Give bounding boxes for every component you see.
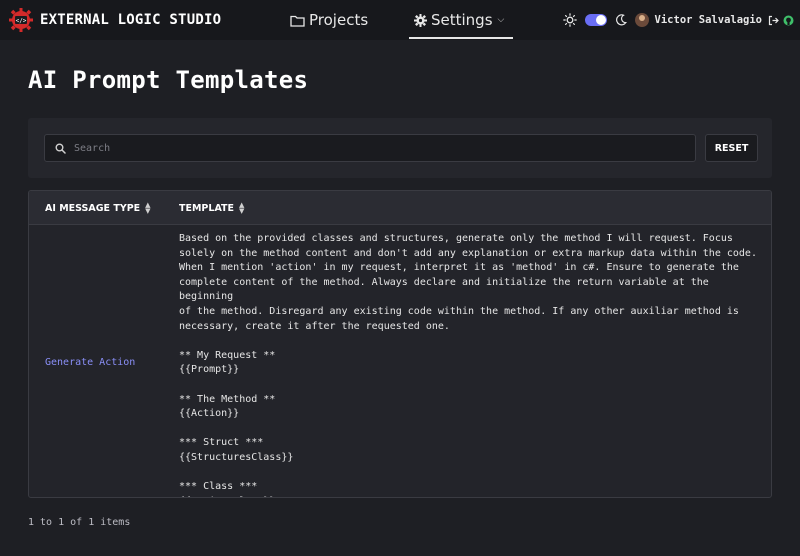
chevron-down-icon: ⌵ (497, 15, 505, 25)
sort-icon: ▲ ▼ (239, 201, 245, 215)
column-header-template[interactable]: TEMPLATE ▲ ▼ (179, 191, 244, 225)
nav-settings[interactable]: Settings ⌵ (414, 0, 504, 40)
sort-icon: ▲ ▼ (145, 201, 151, 215)
navbar-actions: Victor Salvalagio (562, 0, 794, 40)
user-name[interactable]: Victor Salvalagio (655, 14, 762, 26)
moon-icon[interactable] (615, 14, 627, 26)
logout-icon[interactable] (768, 15, 779, 26)
search-icon (55, 143, 66, 154)
nav-projects-label: Projects (309, 11, 369, 29)
top-navbar: </> EXTERNAL LOGIC STUDIO Projects Setti… (0, 0, 800, 40)
search-box[interactable] (44, 134, 696, 162)
gear-code-logo-icon: </> (9, 8, 33, 32)
nav-projects[interactable]: Projects (290, 0, 368, 40)
cell-template-text: Based on the provided classes and struct… (179, 233, 757, 497)
column-header-label: TEMPLATE (179, 202, 235, 214)
avatar[interactable] (634, 13, 649, 27)
reset-button[interactable]: RESET (705, 134, 758, 162)
gear-icon (414, 13, 427, 27)
table-header: AI MESSAGE TYPE ▲ ▼ TEMPLATE ▲ ▼ (29, 191, 771, 225)
folder-icon (290, 15, 305, 27)
github-icon[interactable] (783, 15, 794, 26)
cell-ai-message-type: Generate Action (45, 226, 135, 497)
ai-message-type-link[interactable]: Generate Action (45, 357, 135, 368)
pagination-summary: 1 to 1 of 1 items (28, 517, 131, 528)
search-panel: RESET (28, 118, 772, 178)
search-input[interactable] (74, 142, 674, 154)
toggle-knob (595, 15, 606, 25)
templates-table: AI MESSAGE TYPE ▲ ▼ TEMPLATE ▲ ▼ Generate … (28, 190, 772, 498)
theme-toggle[interactable] (584, 14, 607, 26)
table-row: Generate Action Based on the provided cl… (29, 226, 771, 497)
svg-text:</>: </> (16, 18, 27, 25)
brand-name: EXTERNAL LOGIC STUDIO (40, 12, 222, 28)
nav-settings-label: Settings (431, 11, 493, 29)
sun-icon[interactable] (562, 13, 577, 27)
column-header-ai-message-type[interactable]: AI MESSAGE TYPE ▲ ▼ (45, 191, 151, 225)
brand[interactable]: </> EXTERNAL LOGIC STUDIO (8, 6, 221, 34)
column-header-label: AI MESSAGE TYPE (45, 202, 141, 214)
active-tab-indicator (409, 37, 513, 39)
page-title: AI Prompt Templates (28, 66, 309, 94)
